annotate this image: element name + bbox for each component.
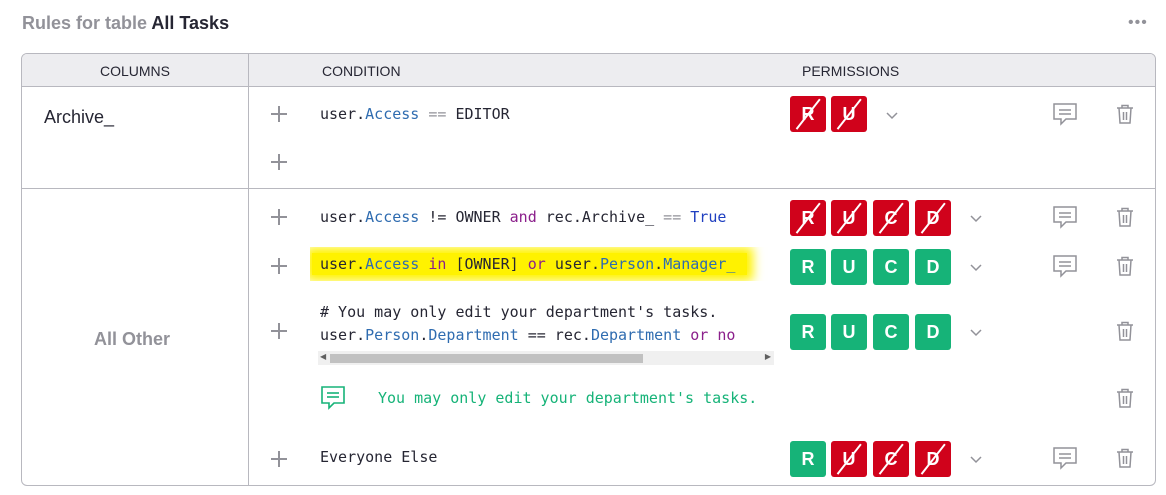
- perm-read-denied[interactable]: R: [790, 96, 826, 132]
- perm-update-denied[interactable]: U: [831, 441, 867, 477]
- memo-icon[interactable]: [1052, 205, 1078, 229]
- header-columns: COLUMNS: [100, 63, 171, 79]
- department-condition-wrap: # You may only edit your department's ta…: [318, 301, 776, 349]
- perm-update-allowed[interactable]: U: [831, 314, 867, 350]
- condition-owner-manager-rule[interactable]: user.Access in [OWNER] or user.Person.Ma…: [312, 253, 748, 275]
- group-divider: [22, 188, 1155, 189]
- perm-delete-denied[interactable]: D: [915, 441, 951, 477]
- rules-table: COLUMNS CONDITION PERMISSIONS Archive_ u…: [21, 53, 1156, 486]
- horizontal-scrollbar[interactable]: ◀ ▶: [318, 351, 774, 365]
- chevron-down-icon[interactable]: [884, 107, 900, 123]
- table-header: COLUMNS CONDITION PERMISSIONS: [22, 54, 1155, 87]
- table-name: All Tasks: [151, 13, 230, 33]
- perm-create-allowed[interactable]: C: [873, 314, 909, 350]
- perm-read-denied[interactable]: R: [790, 200, 826, 236]
- trash-icon[interactable]: [1116, 207, 1134, 227]
- condition-archive-rule[interactable]: user.Access == EDITOR: [320, 105, 510, 123]
- column-name-archive[interactable]: Archive_: [44, 107, 114, 128]
- perm-update-allowed[interactable]: U: [831, 249, 867, 285]
- more-icon[interactable]: •••: [1128, 14, 1148, 32]
- trash-icon[interactable]: [1116, 256, 1134, 276]
- perm-delete-denied[interactable]: D: [915, 200, 951, 236]
- perm-read-allowed[interactable]: R: [790, 249, 826, 285]
- memo-icon[interactable]: [320, 385, 346, 411]
- condition-archived-rule[interactable]: user.Access != OWNER and rec.Archive_ ==…: [320, 208, 726, 226]
- column-name-all-other[interactable]: All Other: [94, 329, 170, 350]
- highlighted-condition-wrap: user.Access in [OWNER] or user.Person.Ma…: [310, 247, 776, 281]
- memo-icon[interactable]: [1052, 102, 1078, 126]
- plus-icon[interactable]: [270, 257, 288, 275]
- trash-icon[interactable]: [1116, 321, 1134, 341]
- perm-update-denied[interactable]: U: [831, 96, 867, 132]
- memo-icon[interactable]: [1052, 446, 1078, 470]
- trash-icon[interactable]: [1116, 448, 1134, 468]
- chevron-down-icon[interactable]: [968, 324, 984, 340]
- rules-title: Rules for table All Tasks: [22, 13, 229, 34]
- trash-icon[interactable]: [1116, 388, 1134, 408]
- perm-create-denied[interactable]: C: [873, 200, 909, 236]
- condition-comment-line[interactable]: # You may only edit your department's ta…: [320, 303, 717, 321]
- header-permissions: PERMISSIONS: [802, 63, 900, 79]
- condition-everyone-else: Everyone Else: [320, 448, 438, 466]
- plus-icon[interactable]: [270, 208, 288, 226]
- plus-icon[interactable]: [270, 450, 288, 468]
- column-divider: [248, 54, 249, 485]
- condition-department-rule[interactable]: user.Person.Department == rec.Department…: [320, 326, 735, 344]
- perm-delete-allowed[interactable]: D: [915, 314, 951, 350]
- perm-create-denied[interactable]: C: [873, 441, 909, 477]
- scroll-left-arrow[interactable]: ◀: [320, 352, 326, 361]
- perm-delete-allowed[interactable]: D: [915, 249, 951, 285]
- scrollbar-thumb[interactable]: [330, 354, 643, 363]
- rule-memo-text[interactable]: You may only edit your department's task…: [378, 389, 757, 407]
- perm-update-denied[interactable]: U: [831, 200, 867, 236]
- memo-icon[interactable]: [1052, 254, 1078, 278]
- perm-create-allowed[interactable]: C: [873, 249, 909, 285]
- plus-icon[interactable]: [270, 322, 288, 340]
- chevron-down-icon[interactable]: [968, 259, 984, 275]
- perm-read-allowed[interactable]: R: [790, 441, 826, 477]
- header-condition: CONDITION: [322, 63, 401, 79]
- title-prefix: Rules for table: [22, 13, 148, 33]
- scroll-right-arrow[interactable]: ▶: [765, 352, 771, 361]
- perm-read-allowed[interactable]: R: [790, 314, 826, 350]
- chevron-down-icon[interactable]: [968, 451, 984, 467]
- plus-icon[interactable]: [270, 105, 288, 123]
- trash-icon[interactable]: [1116, 104, 1134, 124]
- chevron-down-icon[interactable]: [968, 210, 984, 226]
- plus-icon[interactable]: [270, 153, 288, 171]
